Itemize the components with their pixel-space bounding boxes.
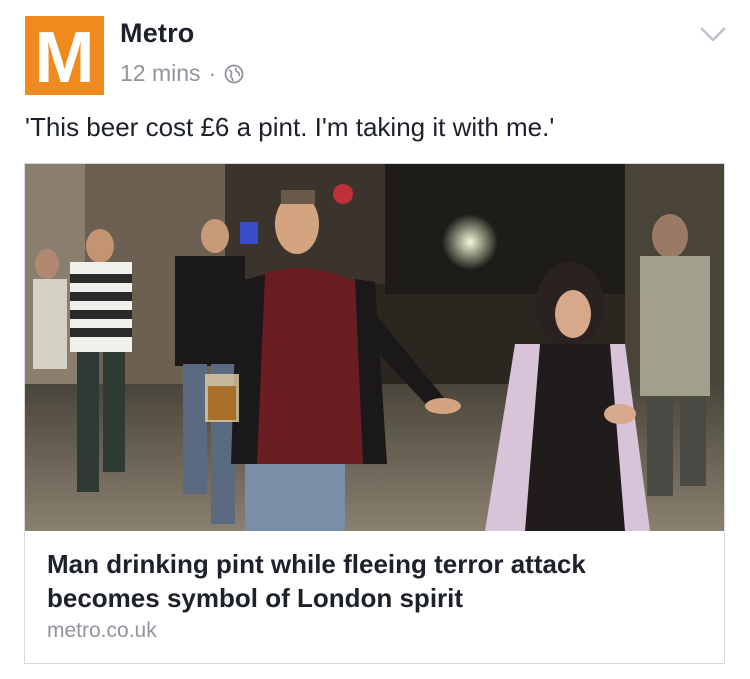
post-message: 'This beer cost £6 a pint. I'm taking it… — [25, 112, 555, 142]
metro-logo-icon: M — [35, 18, 95, 95]
timestamp[interactable]: 12 mins — [120, 60, 201, 87]
globe-icon — [224, 64, 244, 83]
article-image[interactable] — [25, 164, 724, 531]
article-photo — [25, 164, 724, 531]
svg-text:M: M — [35, 18, 95, 95]
post-meta: 12 mins · — [120, 60, 244, 87]
facebook-post: M Metro 12 mins · 'This beer cost £6 a p… — [0, 0, 750, 679]
link-details: Man drinking pint while fleeing terror a… — [25, 531, 724, 643]
separator-dot: · — [208, 60, 217, 86]
article-title[interactable]: Man drinking pint while fleeing terror a… — [47, 547, 702, 615]
metro-logo-avatar[interactable]: M — [25, 16, 104, 95]
link-preview-card[interactable]: Man drinking pint while fleeing terror a… — [24, 163, 725, 664]
article-domain: metro.co.uk — [47, 619, 157, 642]
page-name-link[interactable]: Metro — [120, 18, 195, 49]
chevron-down-icon[interactable] — [700, 26, 726, 44]
